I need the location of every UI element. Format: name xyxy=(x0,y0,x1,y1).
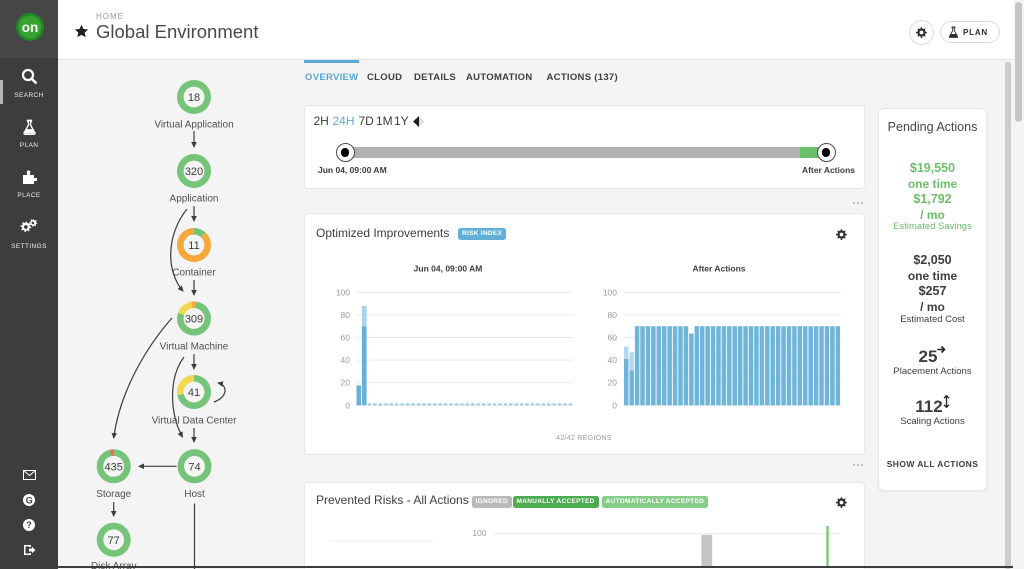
svg-text:0: 0 xyxy=(345,400,350,410)
svg-text:0: 0 xyxy=(612,400,617,410)
svg-text:Storage: Storage xyxy=(96,489,131,500)
svg-text:100: 100 xyxy=(472,528,486,538)
svg-text:77: 77 xyxy=(108,535,120,547)
svg-text:20: 20 xyxy=(608,378,618,388)
svg-text:11: 11 xyxy=(188,240,199,252)
svg-text:Container: Container xyxy=(172,268,216,279)
svg-text:41: 41 xyxy=(188,387,200,399)
svg-text:Virtual Application: Virtual Application xyxy=(154,120,233,131)
svg-text:40: 40 xyxy=(608,355,618,365)
svg-text:Virtual Data Center: Virtual Data Center xyxy=(152,416,238,427)
svg-text:80: 80 xyxy=(341,310,351,320)
svg-text:on: on xyxy=(22,20,39,35)
svg-text:60: 60 xyxy=(608,333,618,343)
svg-text:G: G xyxy=(26,495,33,505)
svg-text:?: ? xyxy=(26,520,32,530)
svg-text:42/42 REGIONS: 42/42 REGIONS xyxy=(556,435,612,442)
svg-text:100: 100 xyxy=(336,287,350,297)
svg-text:80: 80 xyxy=(608,310,618,320)
svg-text:309: 309 xyxy=(185,314,203,326)
svg-text:100: 100 xyxy=(603,287,617,297)
svg-text:Jun 04, 09:00 AM: Jun 04, 09:00 AM xyxy=(414,264,483,274)
svg-text:Application: Application xyxy=(170,194,219,205)
svg-text:After Actions: After Actions xyxy=(692,264,745,274)
svg-text:435: 435 xyxy=(105,461,123,473)
svg-text:40: 40 xyxy=(341,355,351,365)
svg-text:Virtual Machine: Virtual Machine xyxy=(160,342,229,353)
svg-text:18: 18 xyxy=(188,92,200,104)
svg-text:60: 60 xyxy=(341,333,351,343)
svg-text:320: 320 xyxy=(185,166,203,178)
svg-text:20: 20 xyxy=(341,378,351,388)
svg-text:Host: Host xyxy=(184,489,205,500)
svg-text:74: 74 xyxy=(188,461,200,473)
